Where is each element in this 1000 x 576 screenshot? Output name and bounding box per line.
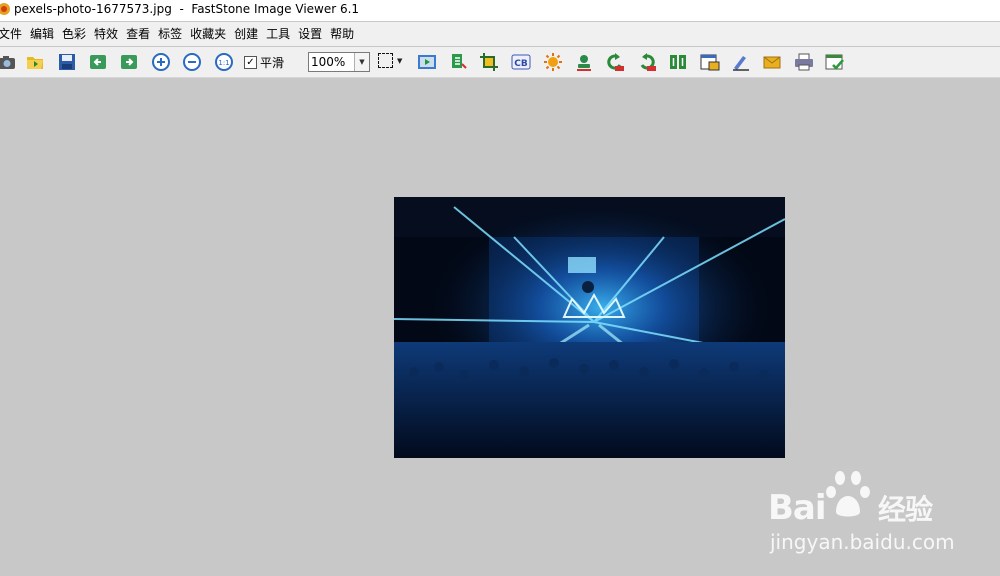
svg-text:1:1: 1:1 [218,59,229,67]
smooth-checkbox[interactable]: ✓ [244,56,257,69]
menu-color[interactable]: 色彩 [58,22,90,46]
resize-icon[interactable] [447,51,469,73]
smooth-toggle[interactable]: ✓ 平滑 [244,54,284,71]
color-adjust-icon[interactable]: CB [510,51,532,73]
stamp-icon[interactable] [573,51,595,73]
menu-edit[interactable]: 编辑 [26,22,58,46]
crop-icon[interactable] [478,51,500,73]
menu-view[interactable]: 查看 [122,22,154,46]
chevron-down-icon[interactable]: ▼ [354,53,369,71]
watermark-brand-left: Bai [768,488,827,528]
draw-icon[interactable] [730,51,752,73]
toolbar: 1:1 ✓ 平滑 100% ▼ ▼ CB [0,47,1000,78]
compare-icon[interactable] [667,51,689,73]
camera-icon[interactable] [0,51,18,73]
menu-settings[interactable]: 设置 [294,22,326,46]
next-icon[interactable] [118,51,140,73]
print-icon[interactable] [793,51,815,73]
menu-favorites[interactable]: 收藏夹 [186,22,230,46]
menu-help[interactable]: 帮助 [326,22,358,46]
menu-tools[interactable]: 工具 [262,22,294,46]
slideshow-icon[interactable] [416,51,438,73]
selection-tool[interactable]: ▼ [378,53,402,68]
menu-file[interactable]: 文件 [0,22,26,46]
email-icon[interactable] [761,51,783,73]
caret-down-icon[interactable]: ▼ [397,57,402,65]
rotate-right-icon[interactable] [636,51,658,73]
rotate-left-icon[interactable] [604,51,626,73]
selection-rect-icon[interactable] [378,53,393,68]
title-bar: pexels-photo-1677573.jpg - FastStone Ima… [0,0,1000,21]
zoom-select[interactable]: 100% ▼ [308,52,370,72]
save-as-icon[interactable] [699,51,721,73]
save-icon[interactable] [56,51,78,73]
app-icon [0,1,11,17]
svg-text:CB: CB [514,59,528,69]
menu-bar: 文件 编辑 色彩 特效 查看 标签 收藏夹 创建 工具 设置 帮助 [0,22,1000,46]
menu-tags[interactable]: 标签 [154,22,186,46]
zoom-in-icon[interactable] [150,51,172,73]
baidu-watermark: Bai 经验 jingyan.baidu.com [768,468,955,554]
previous-icon[interactable] [87,51,109,73]
concert-photo [394,197,785,458]
open-folder-icon[interactable] [24,51,46,73]
window-title: pexels-photo-1677573.jpg - FastStone Ima… [14,2,360,16]
menu-effects[interactable]: 特效 [90,22,122,46]
smooth-label: 平滑 [260,56,285,70]
settings-icon[interactable] [824,51,846,73]
zoom-out-icon[interactable] [181,51,203,73]
image-canvas[interactable] [394,197,785,458]
watermark-url: jingyan.baidu.com [770,530,955,554]
watermark-brand-right: 经验 [878,493,933,526]
actual-size-icon[interactable]: 1:1 [213,51,235,73]
zoom-value[interactable]: 100% [309,53,354,71]
sun-effect-icon[interactable] [542,51,564,73]
menu-create[interactable]: 创建 [230,22,262,46]
